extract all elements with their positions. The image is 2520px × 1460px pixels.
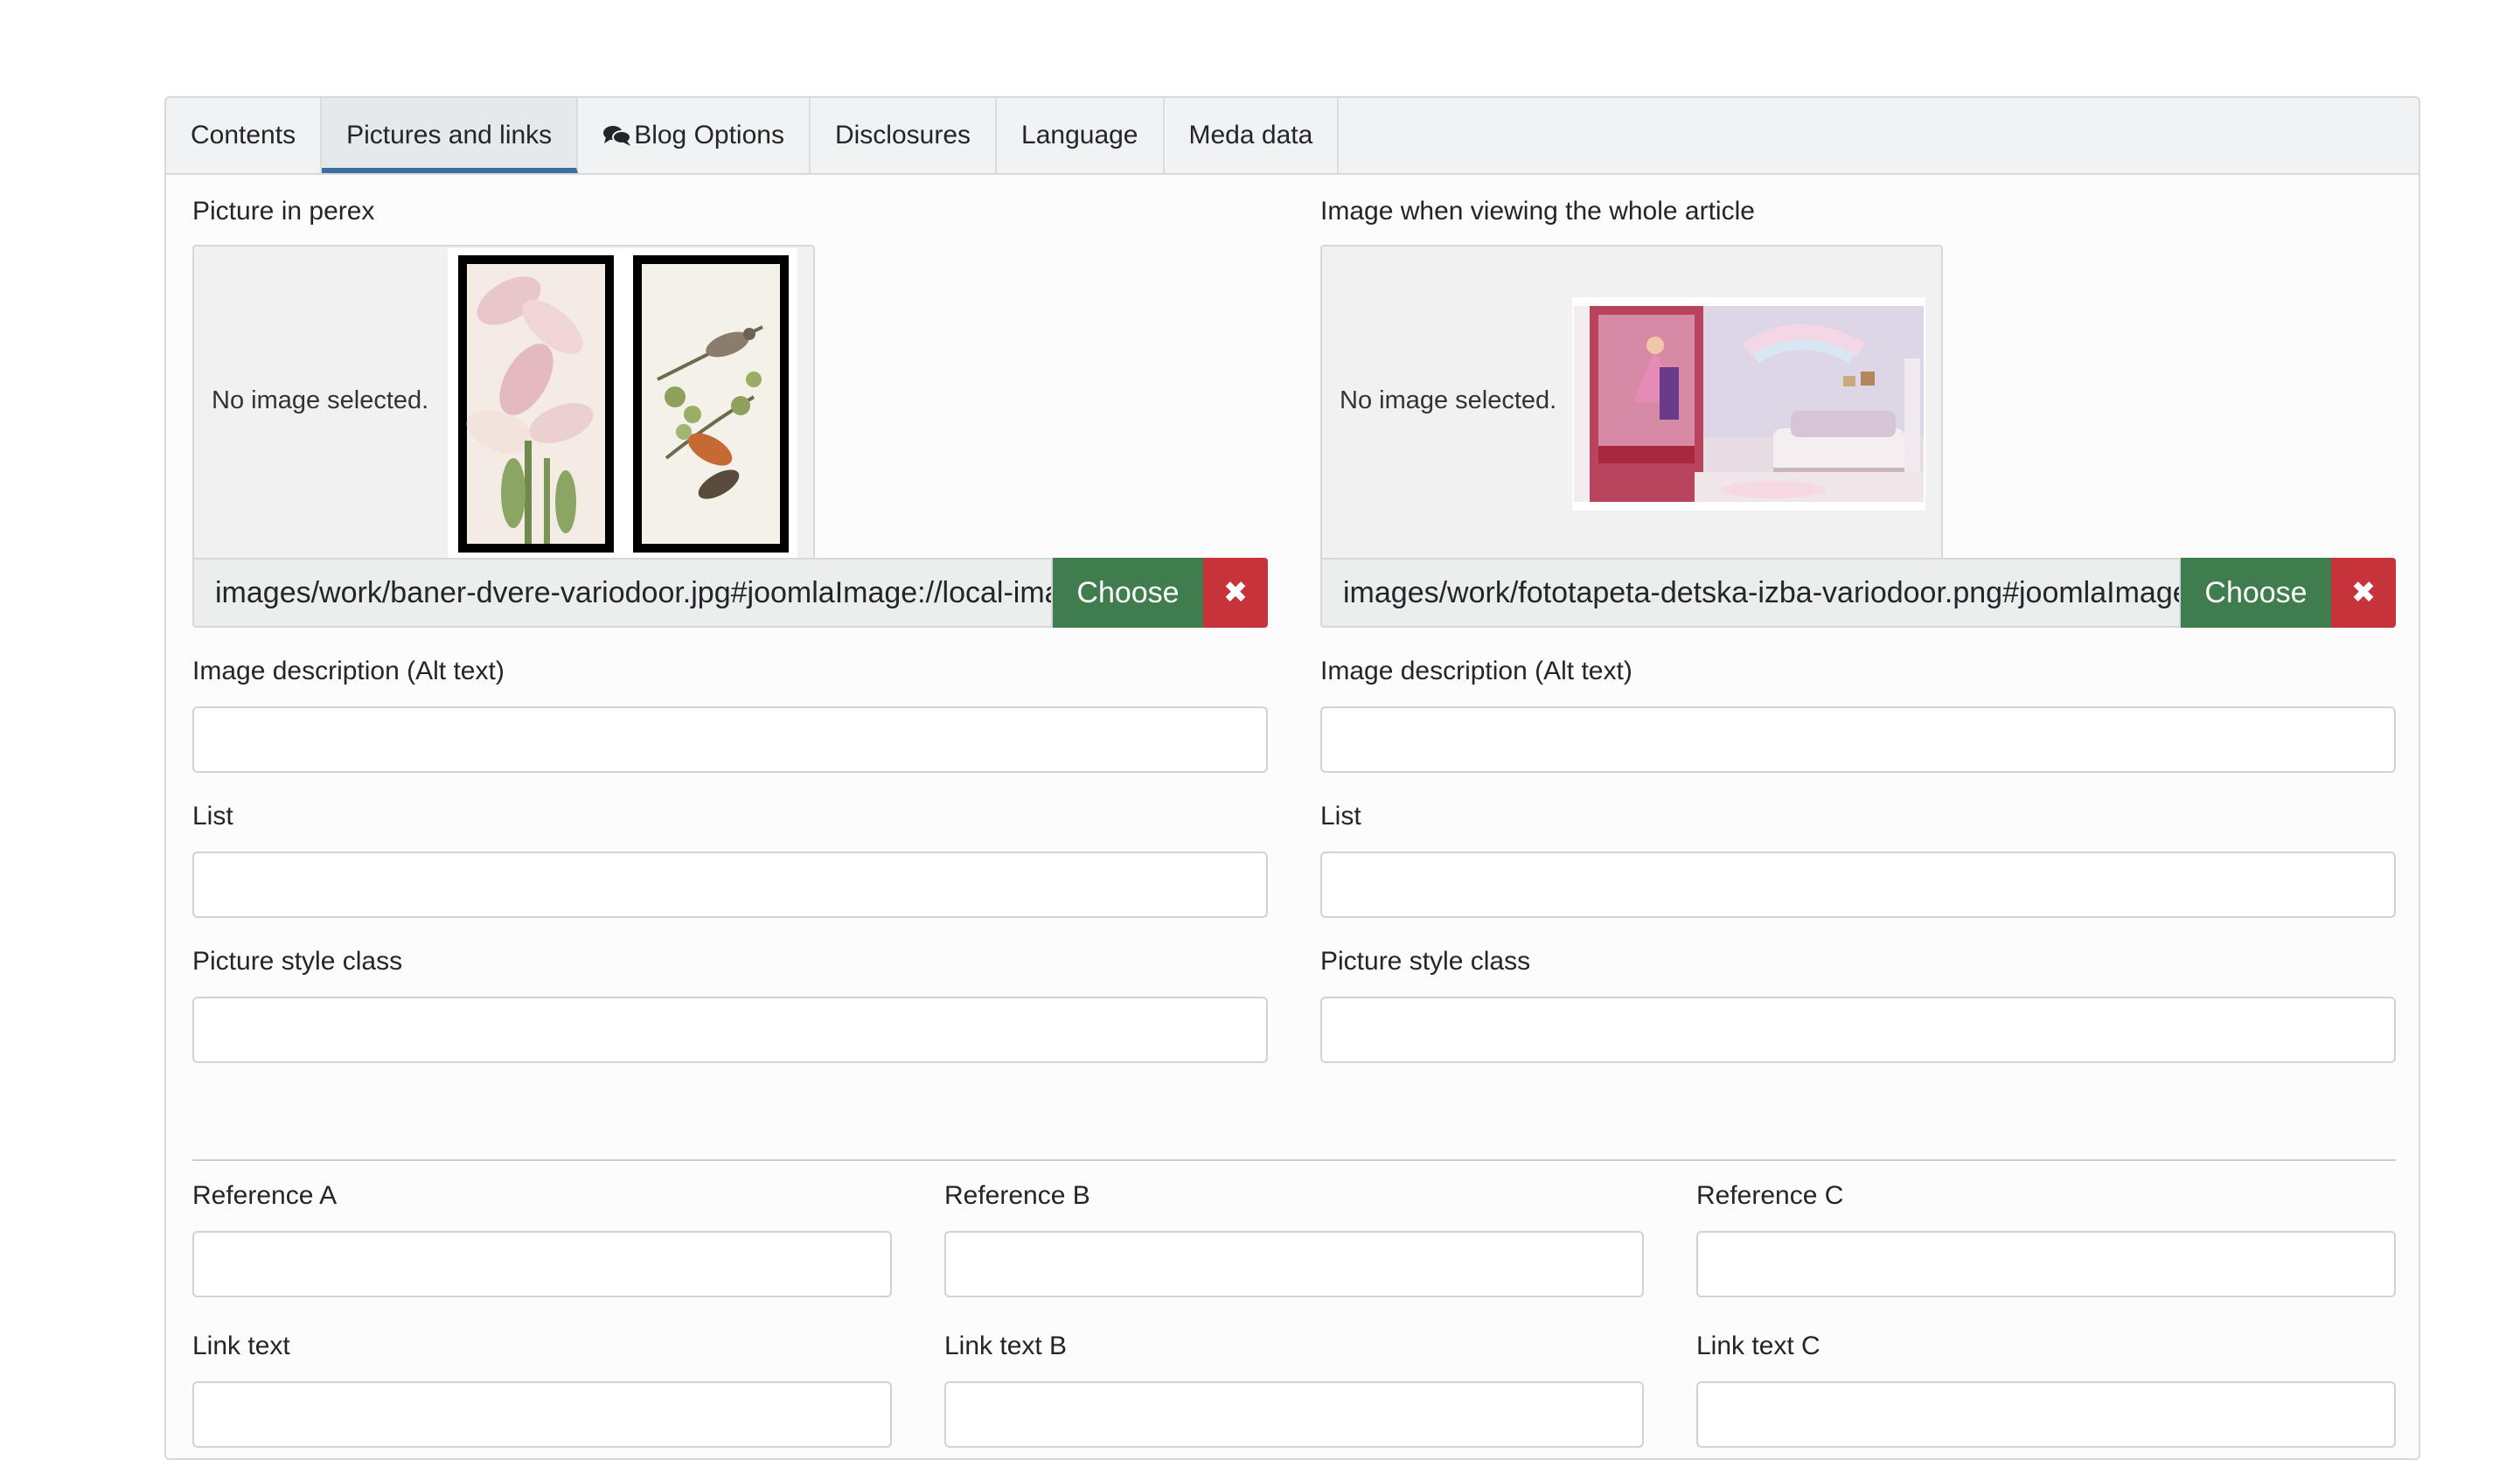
intro-alt-label: Image description (Alt text) <box>192 657 505 685</box>
link-text-c-input[interactable] <box>1696 1381 2396 1448</box>
tab-label: Disclosures <box>834 121 971 149</box>
intro-image-path-row: images/work/baner-dvere-variodoor.jpg#jo… <box>192 558 1268 628</box>
link-b-section: Reference B Link text B <box>944 1178 1644 1448</box>
tab-pictures-and-links[interactable]: Pictures and links <box>322 98 579 173</box>
close-icon: ✖ <box>1222 576 1249 609</box>
tab-label: Language <box>1021 121 1138 149</box>
full-image-choose-button[interactable]: Choose <box>2181 558 2331 628</box>
full-image-section: Image when viewing the whole article No … <box>1320 194 2396 1063</box>
link-a-section: Reference A Link text <box>192 1178 892 1448</box>
reference-b-input[interactable] <box>944 1231 1644 1297</box>
tab-meta-data[interactable]: Meda data <box>1165 98 1340 173</box>
intro-image-thumbnail <box>448 248 797 558</box>
link-c-section: Reference C Link text C <box>1696 1178 2396 1448</box>
full-class-label: Picture style class <box>1320 947 1531 976</box>
full-image-preview: No image selected. <box>1320 245 1943 558</box>
intro-list-label: List <box>192 802 233 831</box>
intro-image-choose-button[interactable]: Choose <box>1053 558 1203 628</box>
intro-alt-input[interactable] <box>192 706 1268 773</box>
full-image-label: Image when viewing the whole article <box>1320 197 1755 226</box>
no-image-text: No image selected. <box>1340 386 1557 414</box>
link-text-b-input[interactable] <box>944 1381 1644 1448</box>
tab-disclosures[interactable]: Disclosures <box>811 98 998 173</box>
link-text-c-label: Link text C <box>1696 1331 1820 1360</box>
full-list-input[interactable] <box>1320 852 2396 918</box>
full-image-clear-button[interactable]: ✖ <box>2331 558 2396 628</box>
link-text-a-label: Link text <box>192 1331 290 1360</box>
intro-image-preview: No image selected. <box>192 245 815 558</box>
tab-bar: Contents Pictures and links Blog Options… <box>166 98 2419 175</box>
intro-image-clear-button[interactable]: ✖ <box>1203 558 1268 628</box>
intro-class-input[interactable] <box>192 997 1268 1063</box>
tab-label: Pictures and links <box>346 121 553 149</box>
reference-c-label: Reference C <box>1696 1181 1844 1210</box>
reference-a-input[interactable] <box>192 1231 892 1297</box>
tab-label: Contents <box>191 121 296 149</box>
tab-label: Meda data <box>1188 121 1313 149</box>
intro-list-input[interactable] <box>192 852 1268 918</box>
tab-contents[interactable]: Contents <box>166 98 323 173</box>
reference-b-label: Reference B <box>944 1181 1090 1210</box>
link-text-a-input[interactable] <box>192 1381 892 1448</box>
close-icon: ✖ <box>2350 576 2377 609</box>
link-text-b-label: Link text B <box>944 1331 1068 1360</box>
comments-icon <box>602 124 632 147</box>
full-list-label: List <box>1320 802 1361 831</box>
intro-image-path-input[interactable]: images/work/baner-dvere-variodoor.jpg#jo… <box>192 558 1053 628</box>
full-image-path-input[interactable]: images/work/fototapeta-detska-izba-vario… <box>1320 558 2181 628</box>
intro-class-label: Picture style class <box>192 947 403 976</box>
intro-image-label: Picture in perex <box>192 197 375 226</box>
tab-label: Blog Options <box>634 121 784 149</box>
full-alt-input[interactable] <box>1320 706 2396 773</box>
article-edit-panel: Contents Pictures and links Blog Options… <box>164 96 2420 1460</box>
no-image-text: No image selected. <box>212 386 429 414</box>
full-class-input[interactable] <box>1320 997 2396 1063</box>
reference-c-input[interactable] <box>1696 1231 2396 1297</box>
intro-image-section: Picture in perex No image selected. imag… <box>192 194 1268 1063</box>
section-divider <box>192 1159 2396 1161</box>
full-alt-label: Image description (Alt text) <box>1320 657 1632 685</box>
tab-language[interactable]: Language <box>997 98 1165 173</box>
tab-blog-options[interactable]: Blog Options <box>578 98 811 173</box>
reference-a-label: Reference A <box>192 1181 338 1210</box>
full-image-path-row: images/work/fototapeta-detska-izba-vario… <box>1320 558 2396 628</box>
full-image-thumbnail <box>1572 297 1925 511</box>
